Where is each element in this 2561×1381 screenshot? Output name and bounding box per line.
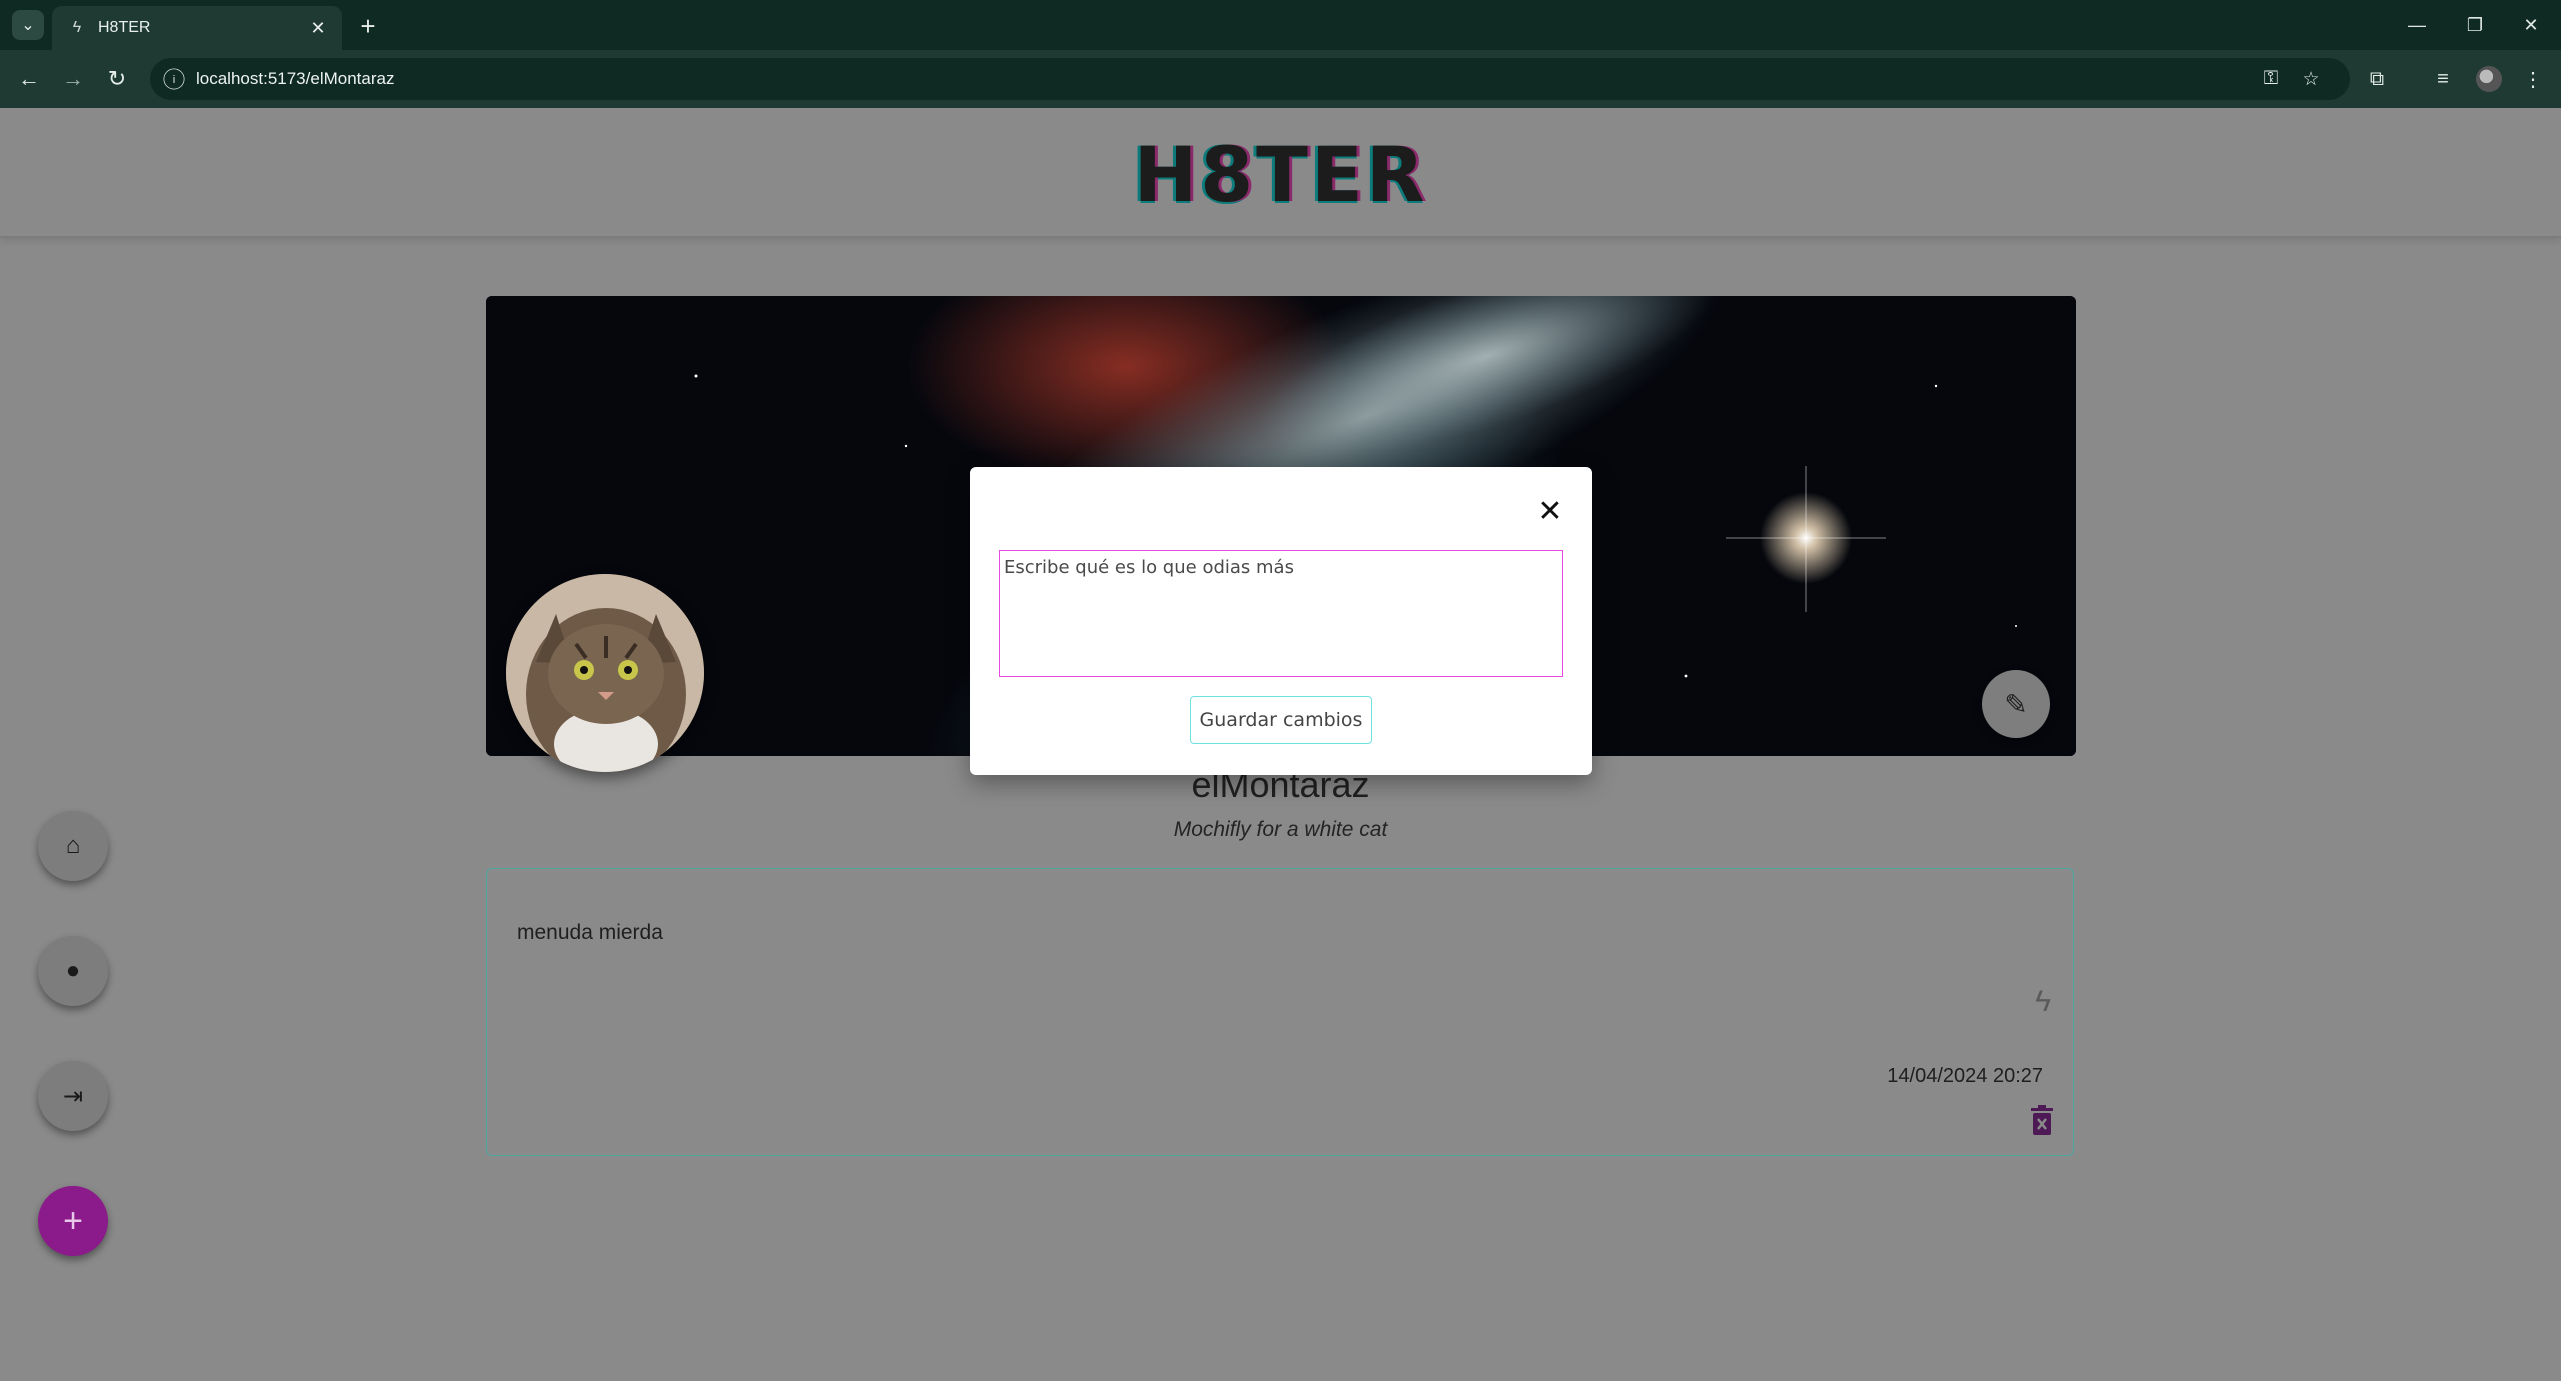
home-icon: ⌂ [65,832,81,859]
reload-icon[interactable]: ↻ [100,62,134,96]
password-key-icon[interactable]: ⚿ [2256,64,2286,94]
forward-icon[interactable]: → [56,62,90,96]
cat-photo [506,574,704,772]
back-icon[interactable]: ← [12,62,46,96]
profile-icon[interactable] [2472,62,2506,96]
close-window-icon[interactable]: ✕ [2508,10,2554,40]
minimize-icon[interactable]: — [2394,10,2440,40]
media-queue-icon[interactable]: ≡ [2426,62,2460,96]
close-icon[interactable]: ✕ [1534,495,1566,528]
app-header: H8TER [0,108,2561,238]
edit-banner-button[interactable]: ✎ [1982,670,2050,738]
browser-tab[interactable]: ϟ H8TER ✕ [52,6,342,50]
avatar[interactable] [506,574,704,772]
delete-post-icon[interactable] [2027,1103,2057,1137]
user-icon: ● [65,957,81,984]
extensions-icon[interactable]: ⧉ [2360,62,2394,96]
browser-tab-bar: ⌄ ϟ H8TER ✕ + — ❐ ✕ [0,0,2561,50]
add-post-button[interactable]: + [38,1186,108,1256]
save-changes-button[interactable]: Guardar cambios [1190,696,1372,744]
post-text: menuda mierda [517,921,663,944]
add-icon: + [63,1201,83,1240]
bolt-icon[interactable]: ϟ [2035,985,2051,1019]
pencil-icon: ✎ [2004,688,2028,720]
site-info-icon[interactable]: i [163,68,185,90]
post-card: menuda mierda ϟ 14/04/2024 20:27 [486,868,2074,1156]
home-button[interactable]: ⌂ [38,811,108,881]
address-bar[interactable]: i localhost:5173/elMontaraz ⚿ ☆ [150,58,2350,100]
plus-icon[interactable]: + [352,10,384,42]
close-icon[interactable]: ✕ [304,14,332,42]
tab-title: H8TER [98,19,151,36]
tab-list-icon[interactable]: ⌄ [12,10,44,40]
hate-textarea[interactable] [999,550,1563,677]
logout-icon: ⇥ [62,1082,84,1110]
url-text[interactable]: localhost:5173/elMontaraz [196,69,394,89]
profile-button[interactable]: ● [38,936,108,1006]
favicon-bolt-icon: ϟ [72,19,82,36]
logout-button[interactable]: ⇥ [38,1061,108,1131]
post-date: 14/04/2024 20:27 [1887,1065,2043,1087]
restore-icon[interactable]: ❐ [2452,10,2498,40]
kebab-menu-icon[interactable]: ⋮ [2516,62,2550,96]
browser-toolbar: ← → ↻ i localhost:5173/elMontaraz ⚿ ☆ ⧉ … [0,50,2561,108]
bookmark-star-icon[interactable]: ☆ [2296,64,2326,94]
profile-bio: Mochifly for a white cat [1173,818,1388,841]
logo[interactable]: H8TER [0,130,2561,219]
edit-hate-modal: ✕ Guardar cambios [970,467,1592,775]
